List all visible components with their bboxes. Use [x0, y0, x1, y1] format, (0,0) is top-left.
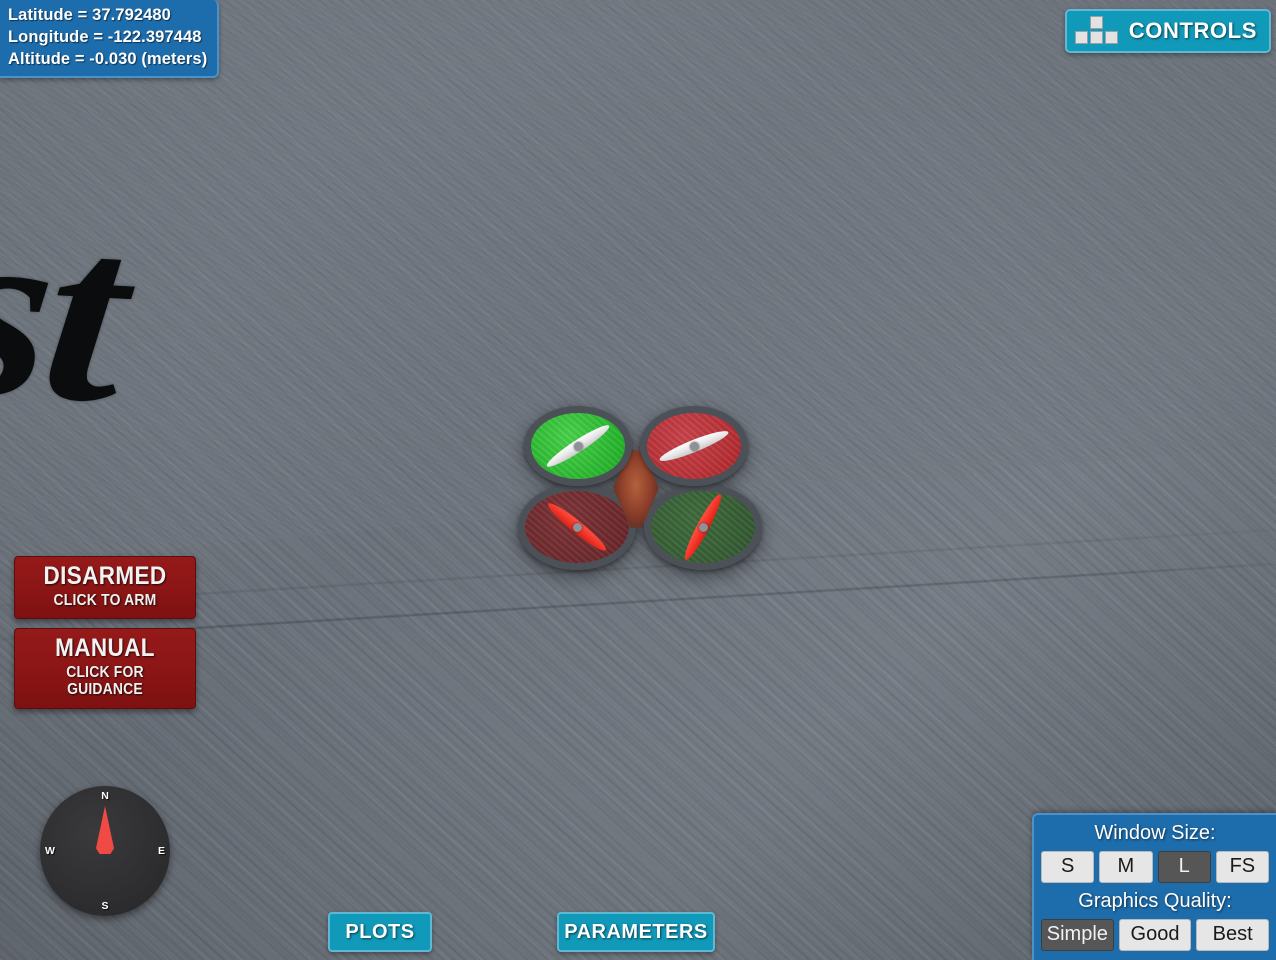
rotor-rear-right	[644, 484, 762, 570]
parameters-button[interactable]: PARAMETERS	[557, 912, 715, 952]
arm-status-label: DISARMED	[43, 562, 167, 590]
graphics-option-best[interactable]: Best	[1196, 919, 1270, 951]
settings-panel: Window Size: S M L FS Graphics Quality: …	[1032, 813, 1276, 960]
graphics-option-good[interactable]: Good	[1118, 919, 1192, 951]
graphics-quality-options: Simple Good Best	[1041, 919, 1270, 951]
compass-needle	[96, 806, 114, 854]
drone-frame	[516, 398, 762, 573]
flight-mode-label: MANUAL	[55, 634, 155, 662]
flight-mode-button[interactable]: MANUAL CLICK FOR GUIDANCE	[14, 628, 196, 710]
quadcopter-model	[516, 398, 762, 573]
controls-button-label: CONTROLS	[1128, 18, 1257, 43]
altitude-readout: Altitude = -0.030 (meters)	[8, 49, 208, 68]
rotor-front-right	[640, 406, 748, 486]
compass-east-label: E	[157, 845, 165, 857]
gps-readout-panel: Latitude = 37.792480 Longitude = -122.39…	[0, 0, 220, 79]
arm-status-button[interactable]: DISARMED CLICK TO ARM	[14, 556, 196, 620]
rotor-hub	[573, 441, 583, 451]
window-size-option-s[interactable]: S	[1041, 851, 1095, 883]
rotor-front-left	[524, 406, 632, 486]
simulator-viewport: st Latitude = 37.792480 Longitude = -122…	[0, 0, 1276, 960]
controls-button[interactable]: CONTROLS	[1064, 9, 1271, 53]
compass-west-label: W	[45, 845, 55, 857]
window-size-option-l[interactable]: L	[1157, 851, 1211, 883]
longitude-readout: Longitude = -122.397448	[8, 27, 202, 46]
rotor-hub	[698, 522, 708, 532]
graphics-option-simple[interactable]: Simple	[1041, 919, 1114, 951]
wasd-keys-icon	[1074, 16, 1119, 46]
plots-button[interactable]: PLOTS	[328, 912, 432, 952]
compass-south-label: S	[101, 900, 109, 912]
window-size-option-m[interactable]: M	[1099, 851, 1153, 883]
window-size-options: S M L FS	[1041, 851, 1269, 883]
flight-mode-hint: CLICK FOR GUIDANCE	[66, 663, 144, 699]
latitude-readout: Latitude = 37.792480	[8, 6, 171, 24]
compass-widget: N E S W	[40, 786, 170, 916]
compass-north-label: N	[101, 790, 109, 802]
rotor-hub	[572, 522, 582, 532]
graphics-quality-label: Graphics Quality:	[1078, 890, 1232, 912]
window-size-option-fs[interactable]: FS	[1215, 851, 1269, 883]
arm-status-hint: CLICK TO ARM	[53, 591, 157, 609]
rotor-hub	[689, 441, 699, 451]
window-size-label: Window Size:	[1094, 822, 1216, 844]
